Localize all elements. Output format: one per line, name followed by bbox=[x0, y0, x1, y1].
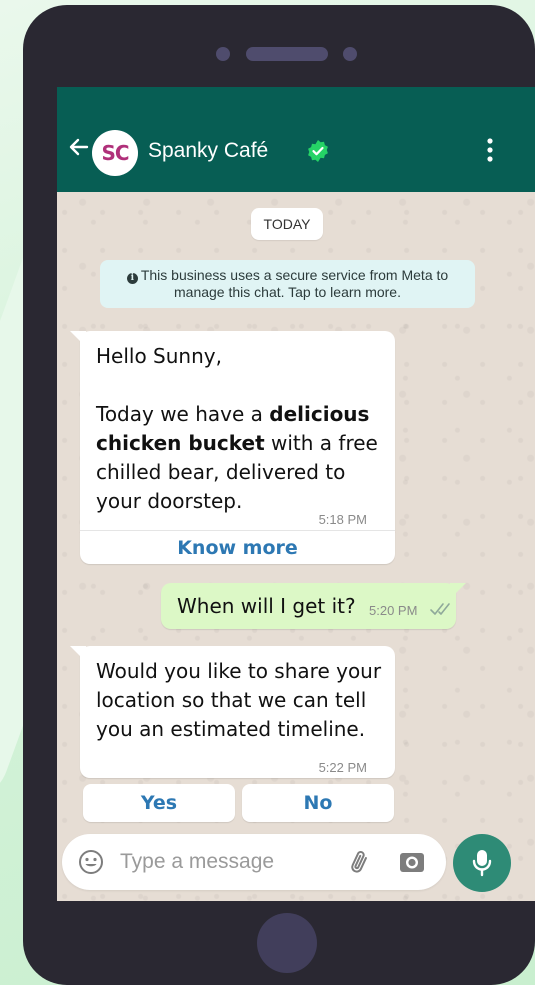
home-button[interactable] bbox=[257, 913, 317, 973]
button-divider bbox=[80, 530, 395, 531]
contact-name[interactable]: Spanky Café bbox=[148, 139, 268, 163]
message-input[interactable] bbox=[120, 848, 320, 876]
double-check-icon bbox=[430, 603, 450, 615]
mic-icon bbox=[472, 850, 492, 877]
mic-button[interactable] bbox=[453, 834, 511, 892]
date-chip: TODAY bbox=[251, 208, 323, 240]
message-text-prefix: Today we have a bbox=[96, 402, 270, 426]
outgoing-message: When will I get it? 5:20 PM bbox=[161, 583, 466, 629]
incoming-message-offer: Hello Sunny, Today we have a delicious c… bbox=[70, 331, 395, 532]
chat-header: SC Spanky Café bbox=[57, 87, 535, 192]
bubble-tail bbox=[70, 646, 86, 662]
emoji-icon[interactable] bbox=[78, 849, 104, 875]
camera-icon[interactable] bbox=[398, 848, 426, 876]
message-timestamp: 5:20 PM bbox=[369, 603, 418, 618]
know-more-button[interactable]: Know more bbox=[80, 531, 395, 564]
chat-screen: SC Spanky Café TODAY i This business uses… bbox=[57, 87, 535, 901]
info-icon: i bbox=[126, 273, 138, 284]
paperclip-icon[interactable] bbox=[346, 847, 376, 877]
camera-dot bbox=[216, 47, 230, 61]
sensor-dot bbox=[343, 47, 357, 61]
quick-reply-yes[interactable]: Yes bbox=[83, 784, 235, 822]
back-arrow-icon[interactable] bbox=[67, 135, 91, 159]
message-text: Hello Sunny, Today we have a delicious c… bbox=[96, 342, 386, 516]
message-greeting: Hello Sunny, bbox=[96, 344, 222, 368]
message-timestamp: 5:22 PM bbox=[318, 760, 367, 775]
quick-reply-no[interactable]: No bbox=[242, 784, 394, 822]
contact-avatar[interactable]: SC bbox=[92, 130, 138, 176]
speaker-grill bbox=[246, 47, 328, 61]
message-timestamp: 5:18 PM bbox=[318, 512, 367, 527]
security-notice-text: This business uses a secure service from… bbox=[140, 267, 449, 300]
more-options-icon[interactable] bbox=[479, 137, 501, 163]
message-composer bbox=[62, 834, 446, 890]
verified-badge-icon bbox=[308, 140, 328, 162]
security-notice[interactable]: i This business uses a secure service fro… bbox=[100, 260, 475, 308]
bubble-tail bbox=[70, 331, 86, 347]
bubble-tail bbox=[450, 583, 466, 599]
message-text: Would you like to share your location so… bbox=[96, 659, 388, 741]
message-text: When will I get it? bbox=[177, 594, 356, 618]
incoming-message-location: Would you like to share your location so… bbox=[70, 646, 395, 778]
